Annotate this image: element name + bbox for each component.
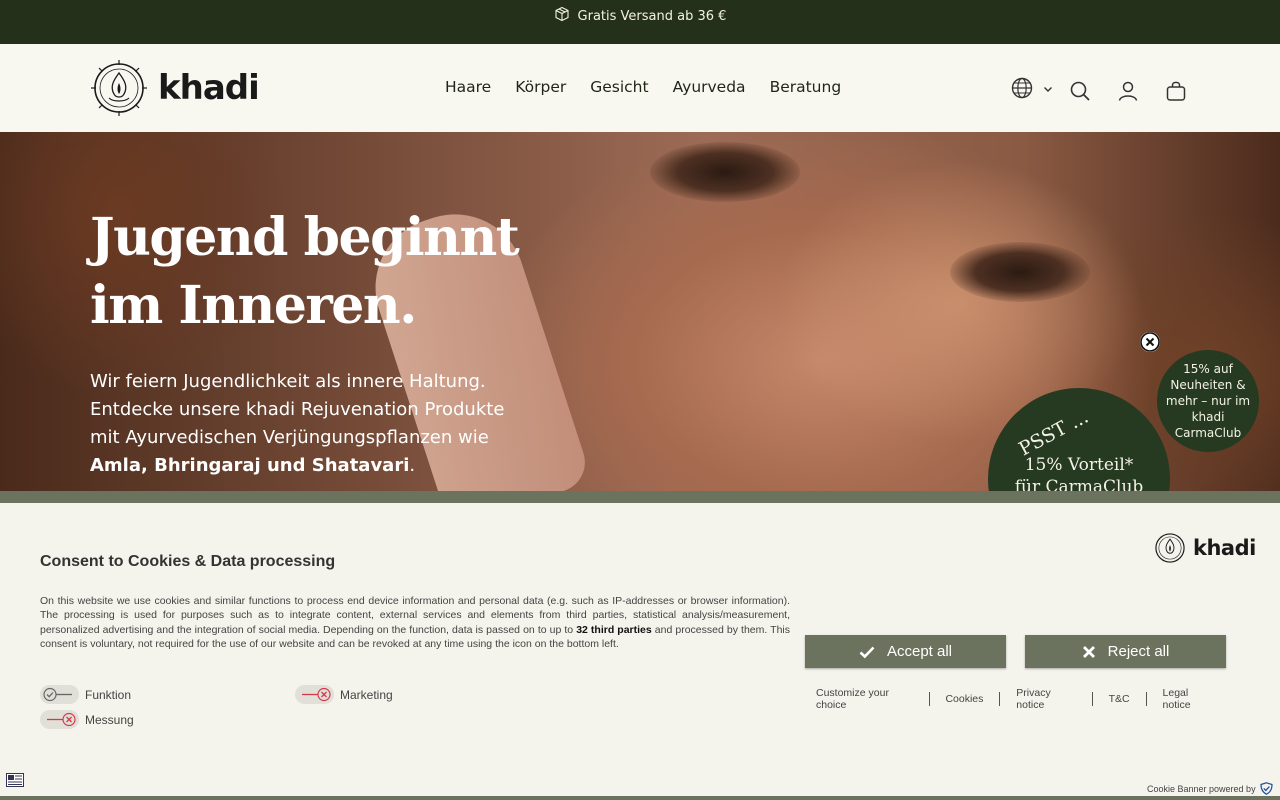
main-navigation: Haare Körper Gesicht Ayurveda Beratung xyxy=(445,78,841,96)
hero-photo-eye xyxy=(650,142,800,202)
promo-badge[interactable]: 15% auf Neuheiten & mehr – nur im khadi … xyxy=(1157,350,1259,452)
nav-item-ayurveda[interactable]: Ayurveda xyxy=(673,78,746,96)
hero-description-end: . xyxy=(409,455,416,476)
site-header: khadi Haare Körper Gesicht Ayurveda Bera… xyxy=(0,44,1280,132)
toggle-messung[interactable]: Messung xyxy=(40,710,134,729)
promo-offer-line: für CarmaClub xyxy=(1014,477,1144,492)
third-parties-link[interactable]: 32 third parties xyxy=(576,624,652,636)
logo-wordmark: khadi xyxy=(158,68,260,108)
hero-title-line: im Inneren. xyxy=(90,275,417,336)
hero-title-line: Jugend beginnt xyxy=(90,207,520,268)
toggle-label: Messung xyxy=(85,712,134,727)
cookie-consent-banner: Consent to Cookies & Data processing On … xyxy=(0,503,1280,796)
nav-item-koerper[interactable]: Körper xyxy=(515,78,566,96)
cookie-links: Customize your choice Cookies Privacy no… xyxy=(800,687,1230,711)
nav-item-beratung[interactable]: Beratung xyxy=(770,78,842,96)
promo-psst: PSST ... xyxy=(1015,405,1093,461)
language-selector[interactable] xyxy=(1010,76,1054,105)
cookie-khadi-logo: khadi xyxy=(1153,531,1256,565)
promo-offer: 15% Vorteil* für CarmaClub xyxy=(988,454,1170,492)
powered-by-text: Cookie Banner powered by xyxy=(1147,783,1256,794)
shield-check-icon xyxy=(1259,782,1273,795)
checkmark-icon xyxy=(859,646,875,658)
hero-description: Wir feiern Jugendlichkeit als innere Hal… xyxy=(90,368,520,480)
accept-all-label: Accept all xyxy=(886,643,953,660)
announcement-bar: Gratis Versand ab 36 € xyxy=(0,0,1280,44)
accept-all-button[interactable]: Accept all xyxy=(805,635,1006,668)
promo-offer-line: 15% Vorteil* xyxy=(1024,455,1134,475)
account-icon[interactable] xyxy=(1116,79,1140,103)
logo-wordmark: khadi xyxy=(1193,536,1256,560)
toggle-label: Funktion xyxy=(85,687,132,702)
khadi-emblem-icon xyxy=(91,60,147,116)
privacy-notice-link[interactable]: Privacy notice xyxy=(1000,687,1091,711)
cookie-description: On this website we use cookies and simil… xyxy=(40,594,790,652)
cookie-banner-border xyxy=(0,491,1280,503)
cookie-title: Consent to Cookies & Data processing xyxy=(40,553,336,570)
hero-banner: Jugend beginnt im Inneren. Wir feiern Ju… xyxy=(0,132,1280,492)
hero-photo-eye xyxy=(950,242,1090,302)
brush-edge xyxy=(0,30,1280,42)
toggle-funktion[interactable]: Funktion xyxy=(40,685,131,704)
toggle-marketing[interactable]: Marketing xyxy=(295,685,393,704)
khadi-emblem-icon xyxy=(1155,533,1185,563)
header-actions xyxy=(1010,76,1188,105)
close-icon xyxy=(1140,332,1160,352)
search-icon[interactable] xyxy=(1068,79,1092,103)
chevron-down-icon xyxy=(1042,82,1054,100)
reject-all-label: Reject all xyxy=(1107,643,1170,660)
language-flag-icon[interactable] xyxy=(6,773,24,787)
switch-on xyxy=(40,685,79,704)
nav-item-haare[interactable]: Haare xyxy=(445,78,491,96)
cookie-banner-border xyxy=(0,796,1280,800)
switch-off xyxy=(295,685,334,704)
cart-icon[interactable] xyxy=(1164,79,1188,103)
powered-by[interactable]: Cookie Banner powered by xyxy=(1147,782,1273,795)
carmaclub-promo[interactable]: PSST ... 15% Vorteil* für CarmaClub xyxy=(988,388,1170,492)
customize-choice-link[interactable]: Customize your choice xyxy=(800,687,929,711)
box-icon xyxy=(554,6,570,26)
hero-title: Jugend beginnt im Inneren. xyxy=(90,204,520,340)
promo-close-button[interactable] xyxy=(1140,332,1160,352)
globe-icon xyxy=(1010,76,1034,105)
toggle-label: Marketing xyxy=(340,687,393,702)
switch-off xyxy=(40,710,79,729)
hero-description-text: Wir feiern Jugendlichkeit als innere Hal… xyxy=(90,371,505,448)
hero-description-highlight: Amla, Bhringaraj und Shatavari xyxy=(90,455,410,476)
khadi-logo[interactable]: khadi xyxy=(90,59,260,117)
close-icon xyxy=(1082,645,1095,658)
cookies-link[interactable]: Cookies xyxy=(929,693,999,705)
legal-notice-link[interactable]: Legal notice xyxy=(1147,687,1230,711)
reject-all-button[interactable]: Reject all xyxy=(1025,635,1226,668)
tc-link[interactable]: T&C xyxy=(1093,693,1146,705)
consent-toggles: Funktion Marketing Messung xyxy=(40,685,560,745)
shipping-message: Gratis Versand ab 36 € xyxy=(577,8,727,24)
nav-item-gesicht[interactable]: Gesicht xyxy=(590,78,648,96)
